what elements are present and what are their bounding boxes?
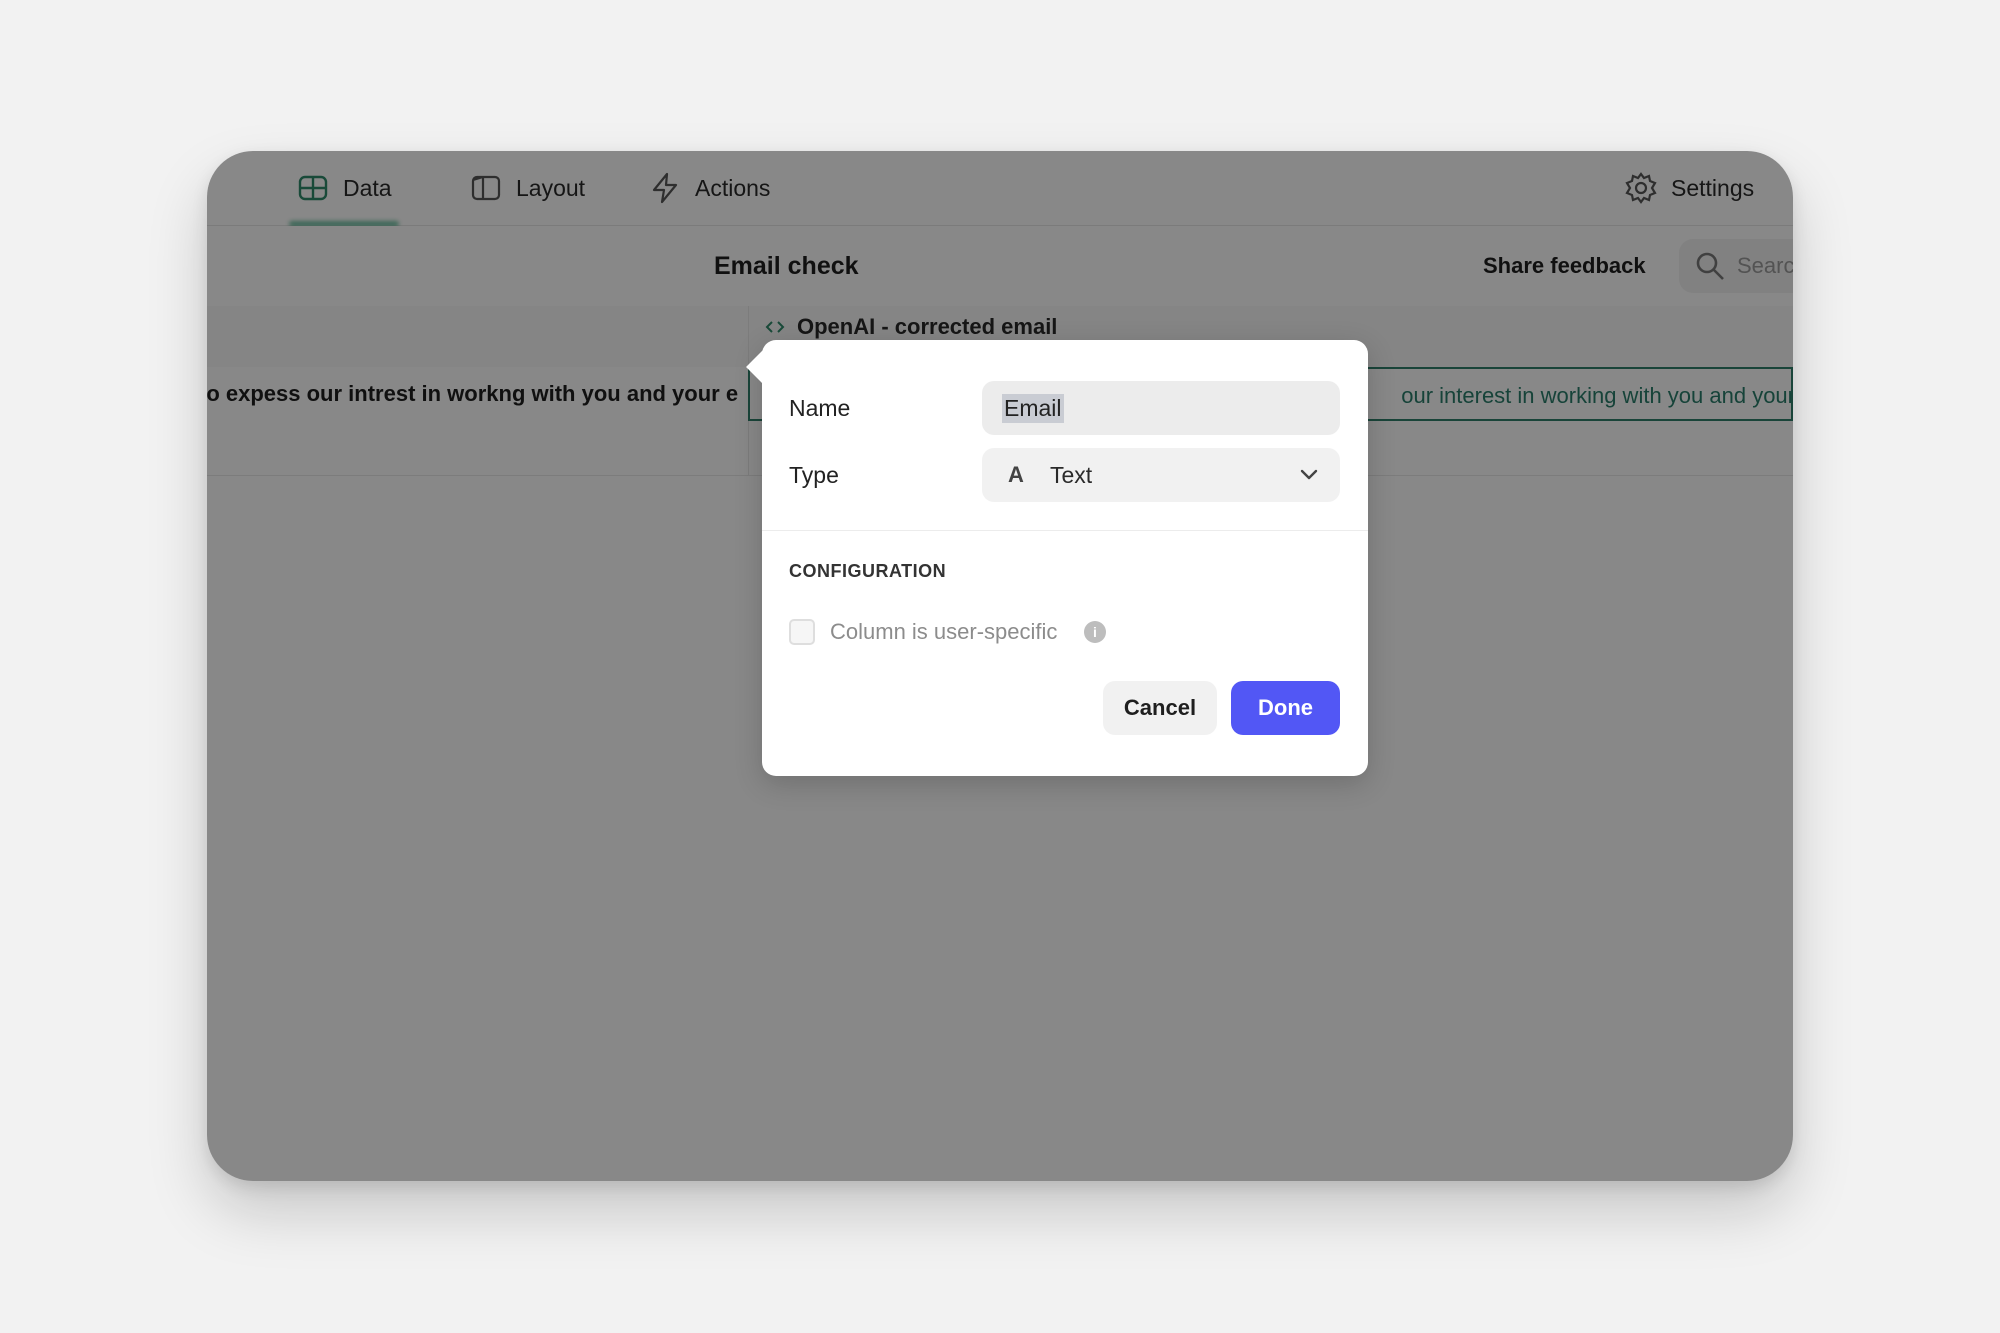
column-edit-popover: Name Email Type A Text CONFIGURATION Col… [746, 340, 1368, 776]
type-select-value: Text [1050, 461, 1093, 488]
done-button[interactable]: Done [1231, 681, 1340, 735]
text-type-icon: A [1008, 462, 1024, 487]
type-label: Type [789, 462, 839, 488]
name-input-value: Email [1002, 393, 1064, 423]
info-icon[interactable]: i [1084, 621, 1106, 643]
configuration-heading: CONFIGURATION [789, 561, 947, 581]
name-input[interactable]: Email [982, 381, 1340, 435]
cancel-button[interactable]: Cancel [1103, 681, 1217, 735]
type-select[interactable]: A Text [982, 448, 1340, 502]
user-specific-checkbox[interactable] [789, 619, 815, 645]
chevron-down-icon [1300, 469, 1318, 480]
divider [762, 530, 1368, 531]
name-label: Name [789, 395, 851, 421]
user-specific-checkbox-label[interactable]: Column is user-specific [830, 619, 1057, 645]
